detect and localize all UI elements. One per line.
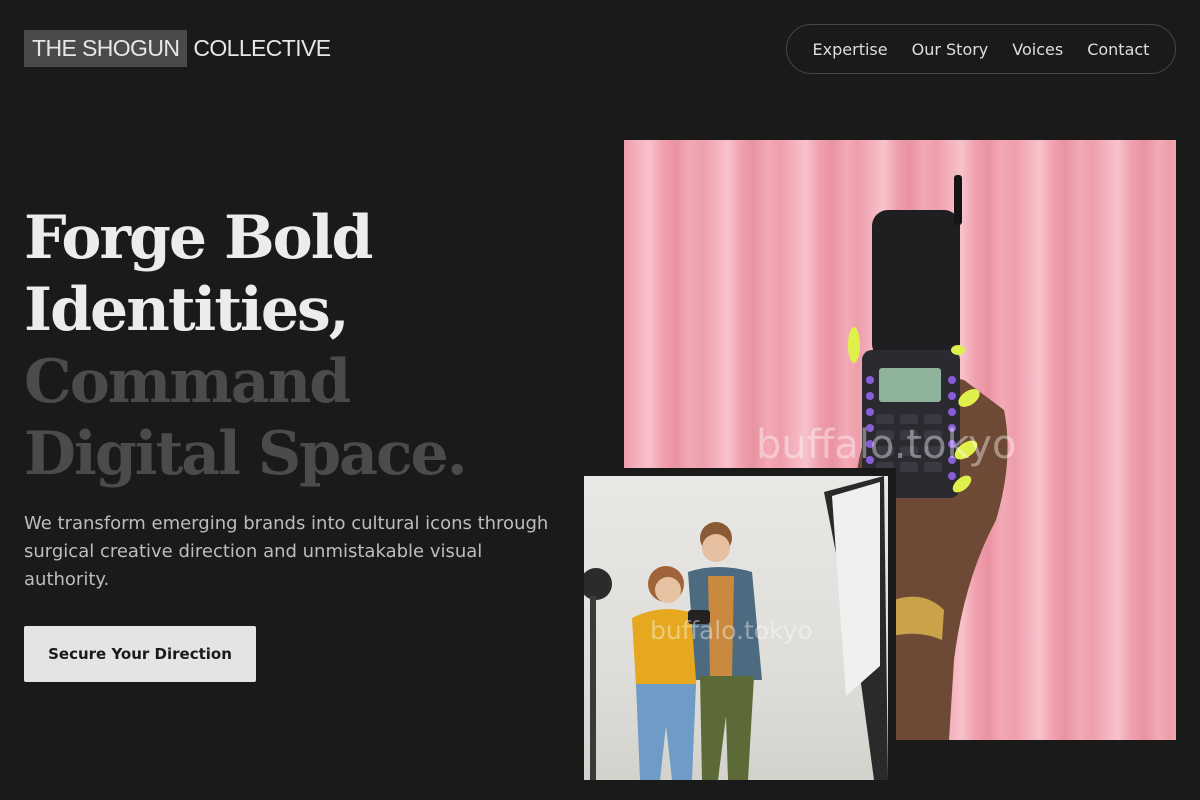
headline-line-4: Digital Space. [24,419,468,489]
headline-line-1: Forge Bold [24,203,373,273]
main-nav: Expertise Our Story Voices Contact [786,24,1176,74]
brand-logo[interactable]: THE SHOGUN COLLECTIVE [24,30,331,67]
headline-line-3: Command [24,347,351,417]
page: THE SHOGUN COLLECTIVE Expertise Our Stor… [0,0,1200,800]
photo-watermark: buffalo.tokyo [756,422,1017,468]
nav-link-our-story[interactable]: Our Story [912,40,989,59]
nav-link-contact[interactable]: Contact [1087,40,1149,59]
inset-photo-frame: buffalo.tokyo [576,468,896,800]
headline-line-2: Identities, [24,275,350,345]
nav-link-expertise[interactable]: Expertise [813,40,888,59]
inset-photo-studio: buffalo.tokyo [584,476,888,780]
brand-logo-highlight: THE SHOGUN [24,30,188,67]
nav-link-voices[interactable]: Voices [1012,40,1063,59]
inset-watermark: buffalo.tokyo [650,616,813,645]
secure-direction-button[interactable]: Secure Your Direction [24,626,256,682]
hero-description: We transform emerging brands into cultur… [24,513,549,590]
hero-headline: Forge Bold Identities, Command Digital S… [24,202,468,490]
brand-logo-text: COLLECTIVE [193,35,331,61]
